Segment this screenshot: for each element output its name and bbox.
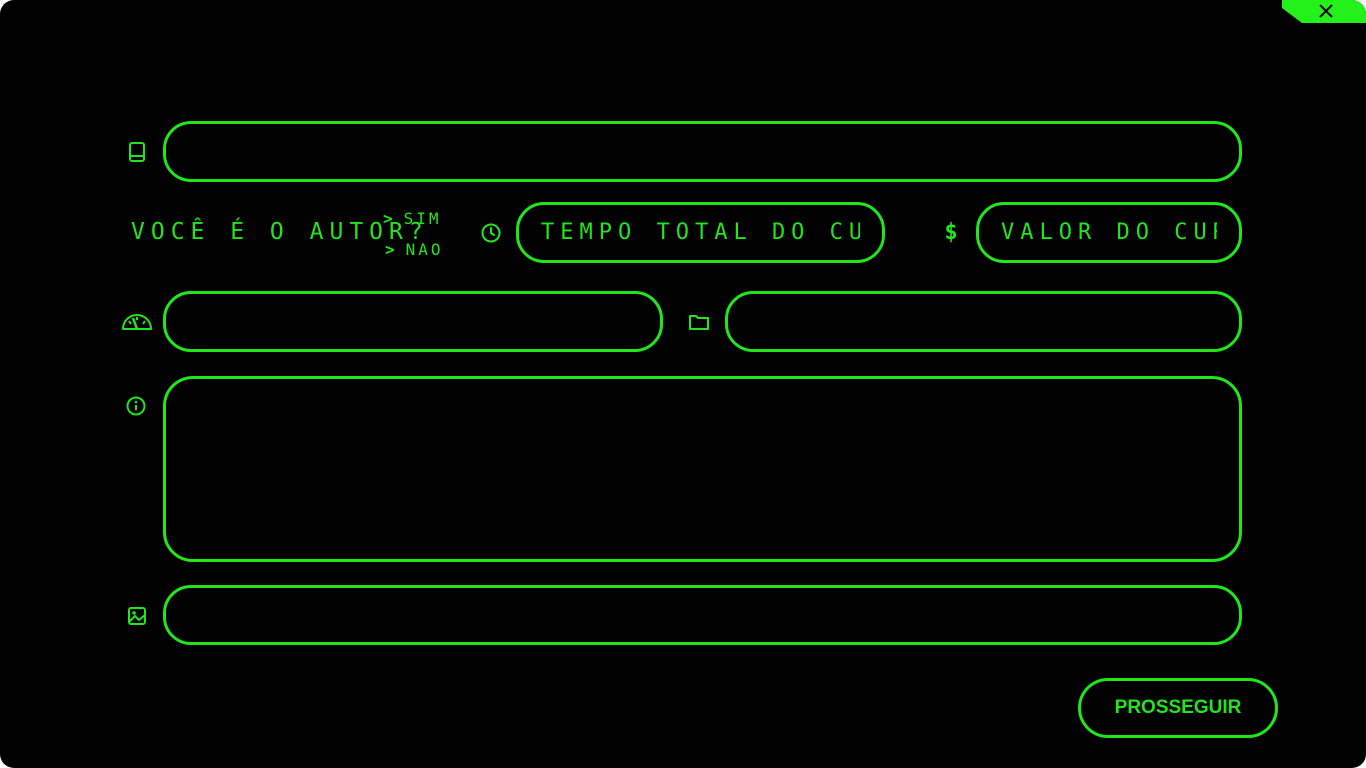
close-icon <box>1319 4 1333 18</box>
course-title-input[interactable] <box>163 121 1242 182</box>
author-option-nao-label: NAO <box>405 240 444 259</box>
author-option-sim[interactable]: > SIM <box>383 209 442 228</box>
course-price-input[interactable] <box>976 202 1242 263</box>
course-category-input[interactable] <box>725 291 1242 352</box>
clock-icon <box>479 221 503 245</box>
course-description-input[interactable] <box>163 376 1242 562</box>
folder-icon <box>687 310 711 334</box>
arrow-icon: > <box>385 240 398 259</box>
course-image-input[interactable] <box>163 585 1242 645</box>
close-button[interactable] <box>1282 0 1366 23</box>
dollar-icon: $ <box>944 219 958 245</box>
book-icon <box>125 140 149 164</box>
author-option-nao[interactable]: > NAO <box>385 240 444 259</box>
continue-button[interactable]: PROSSEGUIR <box>1078 678 1278 738</box>
form-window: VOCÊ É O AUTOR? >SIM >NAO $ <box>0 0 1366 768</box>
arrow-icon: > <box>383 209 396 228</box>
image-icon <box>125 604 149 628</box>
info-icon <box>124 394 148 418</box>
course-level-input[interactable] <box>163 291 663 352</box>
speedometer-icon <box>120 309 154 333</box>
author-option-sim-label: SIM <box>403 209 442 228</box>
course-duration-input[interactable] <box>516 202 885 263</box>
